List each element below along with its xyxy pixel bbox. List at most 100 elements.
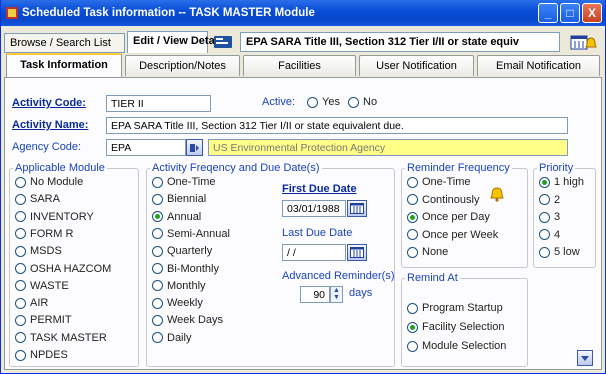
- radio-button: [152, 245, 163, 257]
- frequency-option[interactable]: Annual: [152, 211, 201, 223]
- minimize-button[interactable]: _: [538, 3, 558, 23]
- title-bar[interactable]: Scheduled Task information -- TASK MASTE…: [1, 0, 605, 26]
- frequency-option[interactable]: Weekly: [152, 297, 203, 309]
- tab-user-notification[interactable]: User Notification: [359, 55, 474, 76]
- close-button[interactable]: X: [582, 3, 602, 23]
- radio-button: [407, 321, 418, 333]
- reminder-option[interactable]: None: [407, 246, 448, 258]
- agency-lookup-button[interactable]: [186, 139, 203, 156]
- advanced-reminder-spinner[interactable]: ▲ ▼: [330, 286, 343, 303]
- applicable_module-option[interactable]: OSHA HAZCOM: [15, 263, 111, 275]
- priority-option-label: 3: [554, 211, 561, 223]
- frequency-option[interactable]: Week Days: [152, 314, 223, 326]
- reminder-frequency-title: Reminder Frequency: [405, 162, 512, 174]
- record-title: EPA SARA Title III, Section 312 Tier I/I…: [240, 32, 560, 52]
- applicable_module-option[interactable]: NPDES: [15, 349, 68, 361]
- radio-button: [15, 332, 26, 344]
- bell-icon: [490, 186, 504, 205]
- activity-name-label: Activity Name:: [12, 119, 89, 131]
- remind_at-option[interactable]: Facility Selection: [407, 321, 505, 333]
- frequency-option[interactable]: Monthly: [152, 280, 206, 292]
- priority-option[interactable]: 5 low: [539, 246, 580, 258]
- arrow-down-icon: [581, 356, 589, 361]
- remind_at-option[interactable]: Program Startup: [407, 302, 503, 314]
- tab-browse-search[interactable]: Browse / Search List: [4, 33, 125, 53]
- applicable_module-option[interactable]: AIR: [15, 297, 48, 309]
- priority-option[interactable]: 3: [539, 211, 560, 223]
- activity-code-field[interactable]: TIER II: [106, 95, 211, 112]
- applicable_module-option[interactable]: FORM R: [15, 228, 73, 240]
- priority-option-label: 1 high: [554, 176, 584, 188]
- radio-button: [539, 229, 550, 240]
- frequency-option[interactable]: Biennial: [152, 193, 206, 205]
- frequency-option[interactable]: Bi-Monthly: [152, 263, 219, 275]
- reminder-option[interactable]: One-Time: [407, 176, 471, 188]
- calendar-bell-icon[interactable]: [570, 32, 598, 52]
- applicable_module-option[interactable]: TASK MASTER: [15, 332, 107, 344]
- reminder-option-label: Once per Week: [422, 228, 499, 241]
- tab-task-information-label: Task Information: [20, 59, 108, 71]
- applicable_module-option[interactable]: SARA: [15, 193, 60, 205]
- advanced-reminder-field[interactable]: 90: [300, 286, 330, 303]
- frequency-option[interactable]: Semi-Annual: [152, 228, 230, 240]
- reminder-option[interactable]: Continously: [407, 194, 479, 206]
- tab-email-notification[interactable]: Email Notification: [477, 55, 600, 76]
- priority-option[interactable]: 1 high: [539, 176, 584, 188]
- applicable_module-option[interactable]: No Module: [15, 176, 83, 188]
- frequency-option-label: Monthly: [167, 279, 206, 292]
- radio-button: [15, 176, 26, 188]
- frequency-option[interactable]: One-Time: [152, 176, 216, 188]
- radio-button: [152, 193, 163, 205]
- detail-card-icon[interactable]: [212, 33, 234, 51]
- first-due-calendar-button[interactable]: [347, 200, 367, 217]
- applicable_module-option-label: FORM R: [30, 227, 74, 240]
- agency-code-field[interactable]: EPA: [106, 139, 186, 156]
- active-yes-radio[interactable]: Yes: [307, 96, 340, 108]
- applicable_module-option-label: AIR: [30, 297, 49, 310]
- active-no-radio[interactable]: No: [348, 96, 377, 108]
- tab-facilities[interactable]: Facilities: [243, 55, 356, 76]
- maximize-button[interactable]: □: [560, 3, 580, 23]
- last-due-calendar-button[interactable]: [347, 244, 367, 261]
- reminder-option[interactable]: Once per Week: [407, 229, 498, 241]
- radio-button: [152, 263, 163, 274]
- applicable_module-option[interactable]: WASTE: [15, 280, 69, 292]
- lookup-icon: [189, 143, 199, 152]
- frequency-option-label: Quarterly: [167, 245, 213, 258]
- activity-name-field[interactable]: EPA SARA Title III, Section 312 Tier I/I…: [106, 117, 568, 134]
- first-due-date-field[interactable]: 03/01/1988: [282, 200, 346, 217]
- priority-option[interactable]: 4: [539, 229, 560, 241]
- tab-task-information[interactable]: Task Information: [6, 53, 122, 77]
- priority-option[interactable]: 2: [539, 194, 560, 206]
- radio-button: [15, 211, 26, 223]
- applicable_module-option-label: No Module: [30, 176, 84, 188]
- radio-button: [539, 211, 550, 223]
- radio-button: [407, 340, 418, 352]
- frequency-option-label: Daily: [167, 331, 192, 344]
- frequency-option[interactable]: Daily: [152, 332, 191, 344]
- radio-button: [15, 263, 26, 274]
- agency-code-label: Agency Code:: [12, 141, 82, 153]
- applicable_module-option-label: TASK MASTER: [30, 331, 107, 344]
- applicable_module-option[interactable]: INVENTORY: [15, 211, 94, 223]
- frequency-option-label: Week Days: [167, 314, 224, 327]
- applicable_module-option-label: PERMIT: [30, 314, 72, 327]
- frequency-option[interactable]: Quarterly: [152, 245, 212, 257]
- applicable_module-option[interactable]: PERMIT: [15, 314, 72, 326]
- radio-button: [407, 246, 418, 258]
- advanced-reminder-label: Advanced Reminder(s): [282, 270, 395, 282]
- applicable_module-option[interactable]: MSDS: [15, 245, 62, 257]
- frequency-option-label: Weekly: [167, 297, 203, 310]
- applicable_module-option-label: WASTE: [30, 279, 69, 292]
- tab-edit-view-detail[interactable]: Edit / View Detail: [127, 31, 221, 53]
- priority-option-label: 5 low: [554, 246, 580, 258]
- reminder-option[interactable]: Once per Day: [407, 211, 490, 223]
- radio-button: [15, 228, 26, 240]
- scroll-down-button[interactable]: [577, 350, 593, 366]
- radio-button: [152, 280, 163, 292]
- remind_at-option-label: Program Startup: [422, 302, 503, 314]
- last-due-date-field[interactable]: / /: [282, 244, 346, 261]
- radio-button: [152, 211, 163, 223]
- tab-description-notes[interactable]: Description/Notes: [125, 55, 240, 76]
- remind_at-option[interactable]: Module Selection: [407, 340, 506, 352]
